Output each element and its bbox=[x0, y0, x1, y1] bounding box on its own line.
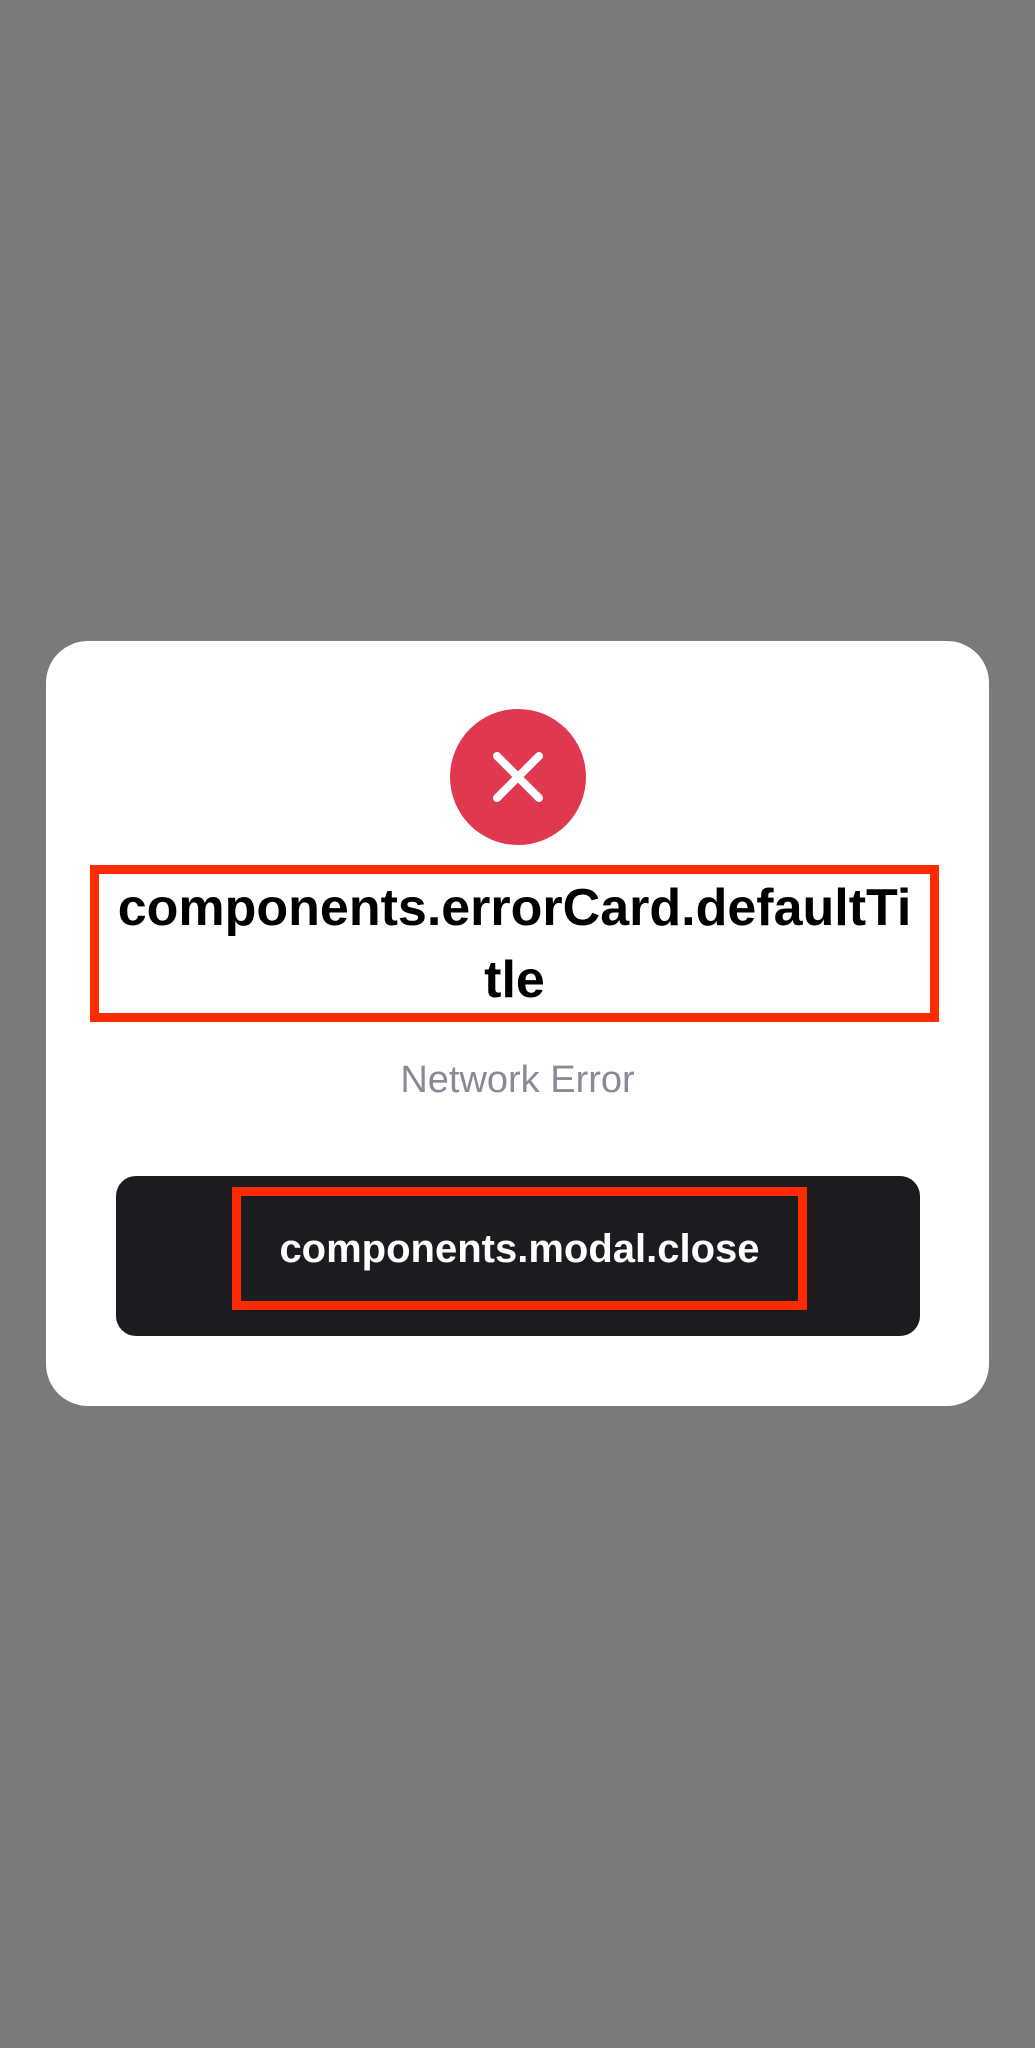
error-message: Network Error bbox=[400, 1059, 635, 1101]
close-button[interactable]: components.modal.close bbox=[116, 1176, 920, 1336]
error-icon bbox=[450, 709, 586, 845]
close-icon bbox=[493, 752, 543, 802]
title-highlight: components.errorCard.defaultTitle bbox=[90, 865, 939, 1022]
close-label-highlight: components.modal.close bbox=[232, 1187, 807, 1310]
modal-title: components.errorCard.defaultTitle bbox=[117, 878, 912, 1009]
close-button-label: components.modal.close bbox=[279, 1226, 760, 1271]
error-modal: components.errorCard.defaultTitle Networ… bbox=[46, 641, 989, 1406]
